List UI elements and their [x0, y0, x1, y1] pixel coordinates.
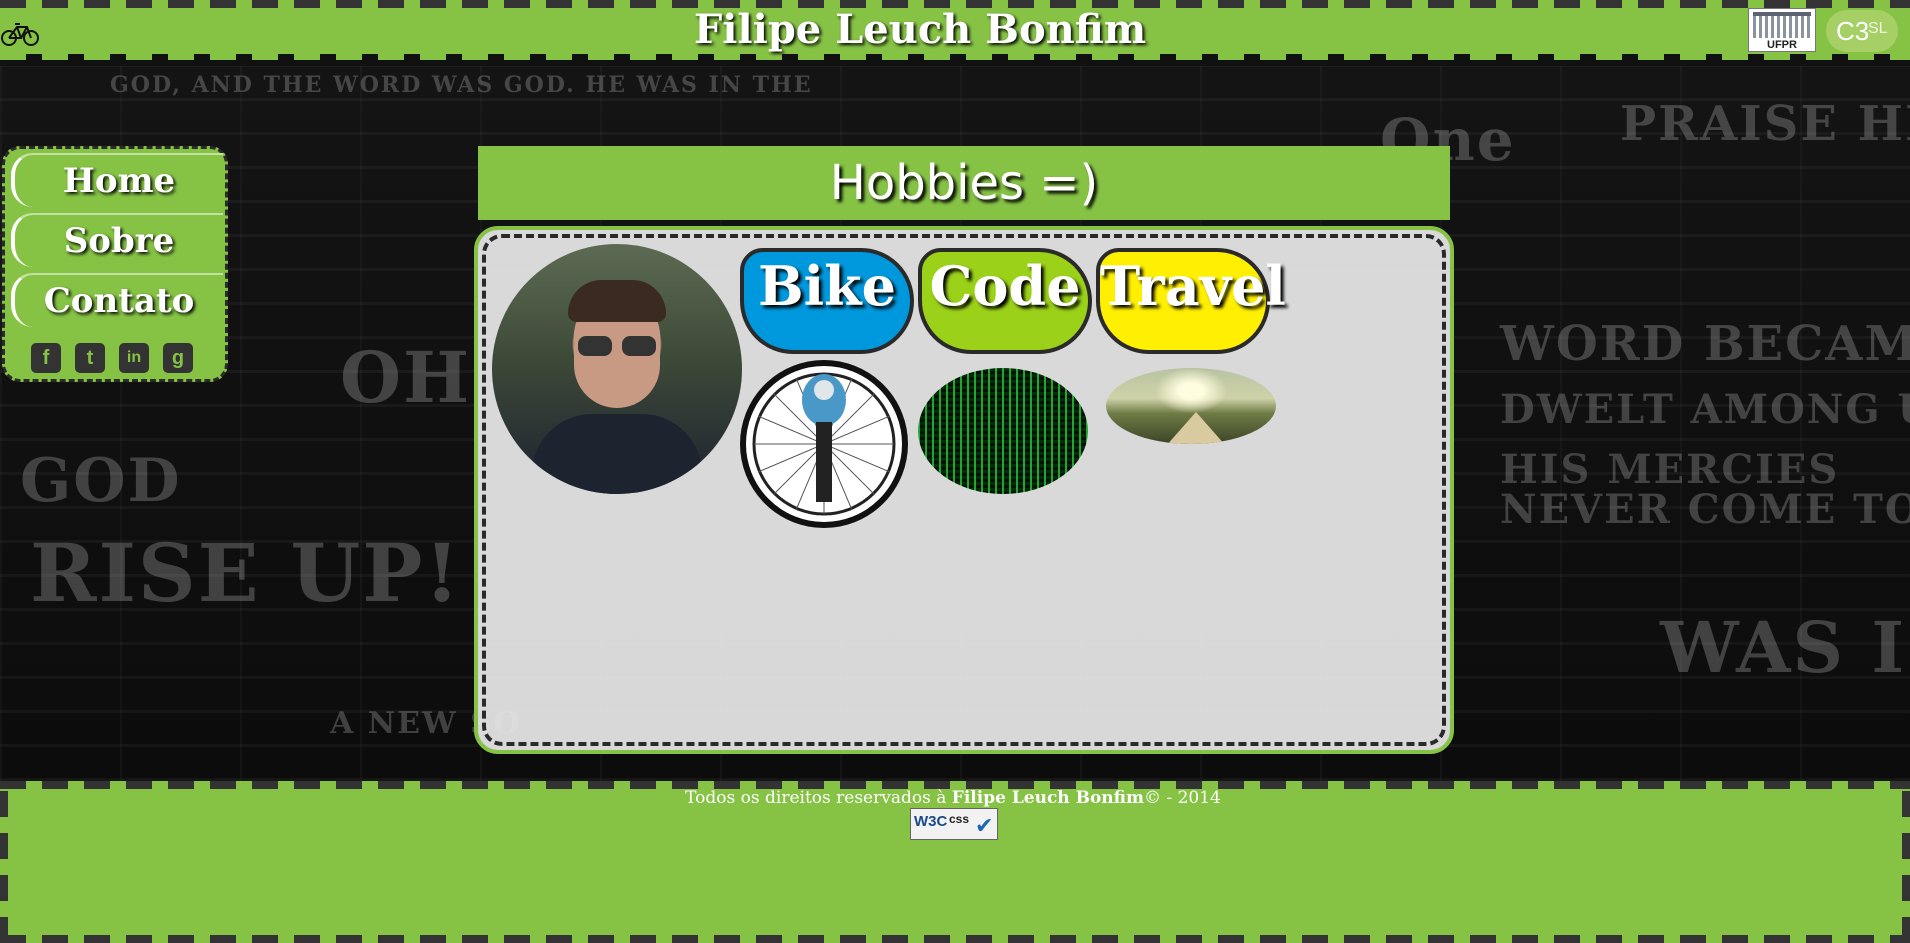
- nav-item-home[interactable]: Home: [11, 153, 223, 207]
- nav-item-sobre[interactable]: Sobre: [11, 213, 223, 267]
- site-title: Filipe Leuch Bonfim: [693, 6, 1147, 53]
- c3sl-logo-sl: SL: [1868, 20, 1888, 37]
- ufpr-logo[interactable]: UFPR: [1748, 8, 1816, 52]
- bike-image[interactable]: [740, 360, 908, 528]
- facebook-icon[interactable]: f: [31, 343, 61, 373]
- header-dash-border-bottom: [0, 54, 1910, 66]
- code-matrix-image[interactable]: [918, 368, 1088, 494]
- footer-copyright: Todos os direitos reservados à Filipe Le…: [0, 788, 1906, 808]
- google-icon[interactable]: g: [163, 343, 193, 373]
- main-title-bar: Hobbies =): [478, 146, 1450, 220]
- linkedin-icon[interactable]: in: [119, 343, 149, 373]
- c3sl-logo-c: C3: [1836, 16, 1870, 46]
- nav-item-contato[interactable]: Contato: [11, 273, 223, 327]
- w3c-css-badge[interactable]: W3C css ✔: [910, 808, 998, 840]
- travel-road-image[interactable]: [1106, 368, 1276, 444]
- hobbies-panel: Bike Code Travel: [474, 226, 1454, 754]
- footer-author: Filipe Leuch Bonfim: [951, 788, 1145, 808]
- footer-text-suffix: © - 2014: [1144, 788, 1221, 808]
- hobby-tab-code[interactable]: Code: [918, 248, 1092, 354]
- bicycle-wheel-icon: [752, 372, 896, 516]
- sidebar-nav: Home Sobre Contato f t in g: [2, 146, 228, 382]
- w3c-label: W3C: [914, 813, 948, 830]
- twitter-icon[interactable]: t: [75, 343, 105, 373]
- profile-photo: [492, 244, 742, 494]
- site-header: Filipe Leuch Bonfim UFPR C3 SL: [0, 0, 1910, 66]
- c3sl-logo[interactable]: C3 SL: [1826, 10, 1898, 52]
- hobby-tab-bike[interactable]: Bike: [740, 248, 914, 354]
- checkmark-icon: ✔: [975, 813, 994, 838]
- ufpr-building-icon: [1753, 12, 1811, 38]
- css-label: css: [949, 812, 970, 826]
- page-title: Hobbies =): [829, 155, 1099, 211]
- hobby-tab-travel[interactable]: Travel: [1096, 248, 1286, 354]
- footer-text-prefix: Todos os direitos reservados à: [685, 788, 952, 808]
- ufpr-logo-text: UFPR: [1767, 39, 1797, 51]
